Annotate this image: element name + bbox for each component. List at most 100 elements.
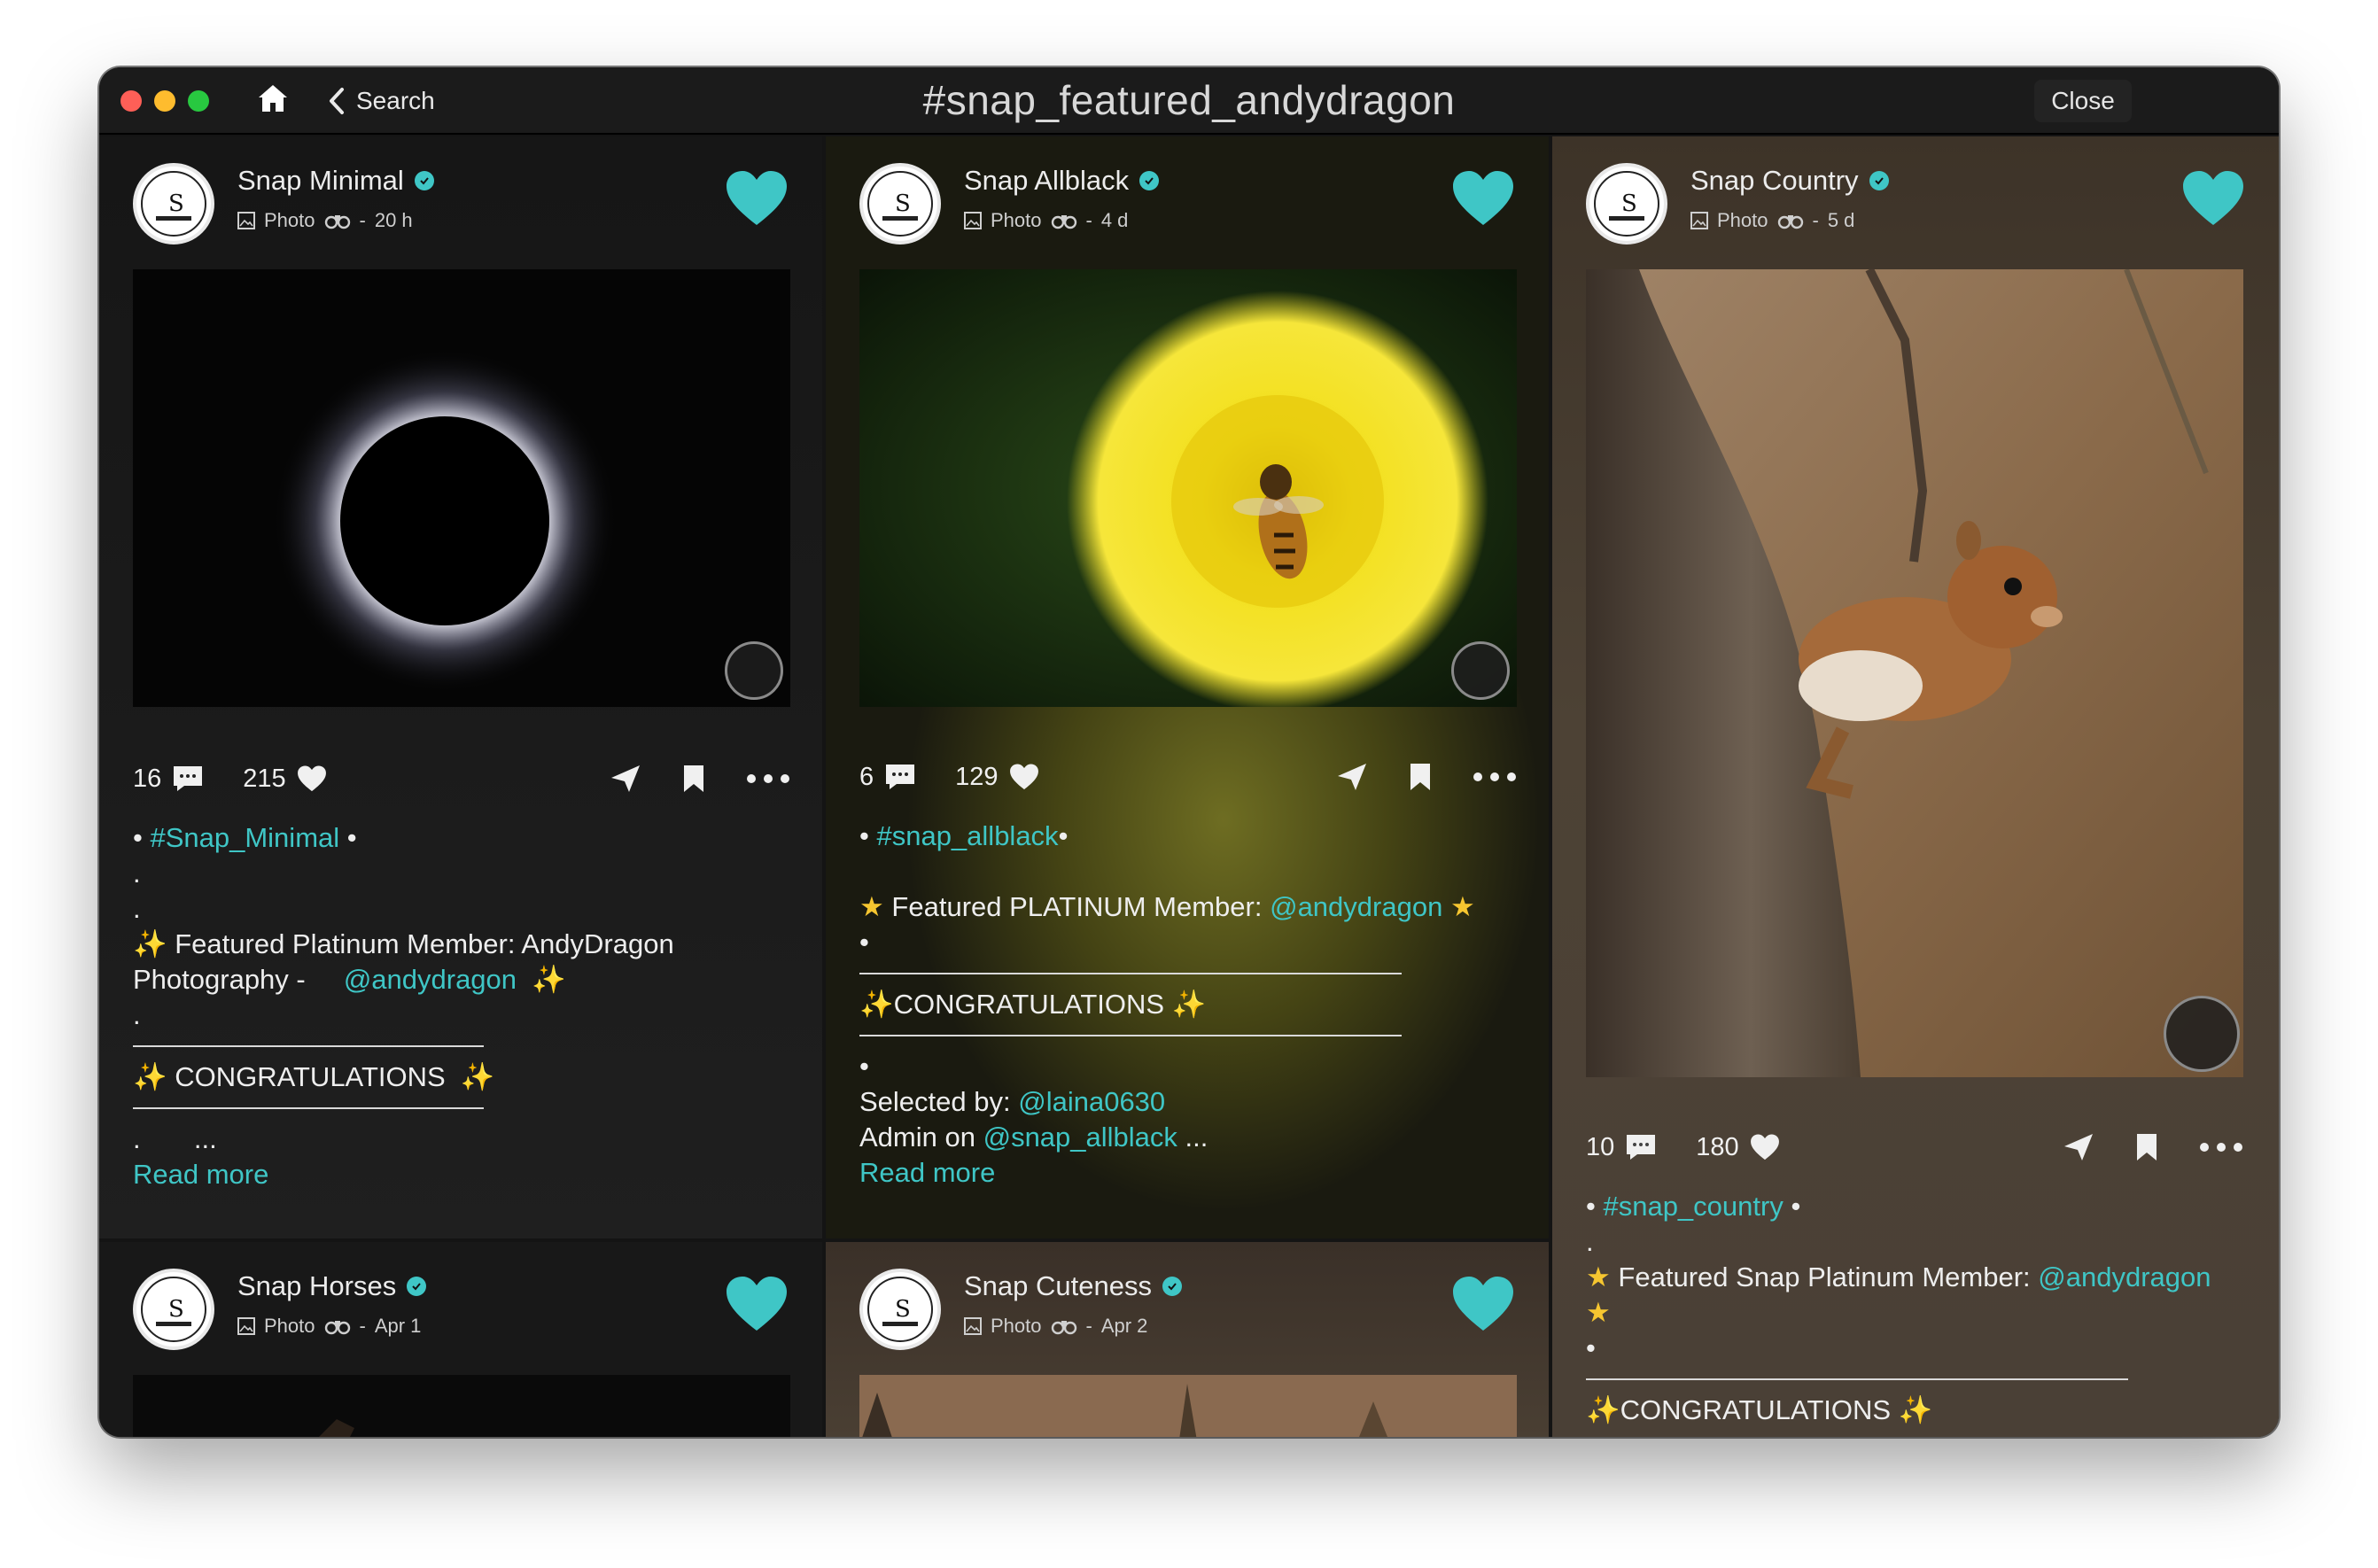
binoculars-icon xyxy=(1777,215,1803,229)
more-icon[interactable] xyxy=(746,773,790,784)
like-count[interactable]: 129 xyxy=(955,763,1038,792)
bookmark-icon[interactable] xyxy=(2135,1132,2158,1162)
post-time: 4 d xyxy=(1100,209,1129,231)
post-time: 20 h xyxy=(374,209,413,231)
photo-icon xyxy=(237,212,255,229)
photo-icon xyxy=(964,1317,982,1335)
verified-badge-icon xyxy=(407,1277,427,1296)
watermark-logo xyxy=(2164,996,2240,1072)
ellipsis: ... xyxy=(193,1123,217,1154)
comments-value: 16 xyxy=(133,764,162,793)
comment-count[interactable]: 10 xyxy=(1586,1133,1657,1162)
mention-link[interactable]: @andydragon xyxy=(2038,1261,2211,1292)
post-time: Apr 2 xyxy=(1100,1315,1148,1337)
post-card-snap-country: S Snap Country Photo - 5 d 10 180 • #sna… xyxy=(1552,136,2279,1437)
congrats-text: CONGRATULATIONS xyxy=(1620,1394,1892,1425)
post-type: Photo xyxy=(1717,209,1768,231)
like-count[interactable]: 215 xyxy=(243,765,326,794)
selected-by-link[interactable]: @laina0630 xyxy=(1018,1086,1165,1117)
watermark-logo xyxy=(725,641,783,700)
window-title: #snap_featured_andydragon xyxy=(922,77,1456,123)
heart-icon xyxy=(1453,1277,1513,1331)
admin-link[interactable]: @snap_allblack xyxy=(983,1122,1177,1153)
avatar[interactable]: S xyxy=(859,163,941,245)
binoculars-icon xyxy=(324,1321,350,1335)
author-name[interactable]: Snap Horses xyxy=(237,1270,396,1302)
post-caption: • #snap_allblack• ★ Featured PLATINUM Me… xyxy=(859,819,1517,1191)
svg-text:S: S xyxy=(168,190,184,217)
post-photo-dandelion-bee[interactable] xyxy=(859,269,1517,707)
more-icon[interactable] xyxy=(2199,1142,2243,1153)
author-name[interactable]: Snap Minimal xyxy=(237,165,404,197)
bookmark-icon[interactable] xyxy=(682,764,705,794)
divider xyxy=(133,1045,484,1047)
send-icon[interactable] xyxy=(610,764,641,794)
post-caption: • #Snap_Minimal • . . ✨ Featured Platinu… xyxy=(133,820,790,1192)
comment-count[interactable]: 6 xyxy=(859,763,916,792)
hashtag-link[interactable]: #Snap_Minimal xyxy=(150,822,339,853)
hashtag-link[interactable]: #snap_allblack xyxy=(876,820,1058,851)
send-icon[interactable] xyxy=(2063,1132,2094,1162)
congrats-text: CONGRATULATIONS xyxy=(175,1061,446,1092)
heart-icon xyxy=(727,171,787,225)
author-name[interactable]: Snap Country xyxy=(1690,165,1859,197)
avatar[interactable]: S xyxy=(859,1269,941,1350)
comment-count[interactable]: 16 xyxy=(133,765,204,794)
like-button[interactable] xyxy=(725,170,789,227)
featured-text-2: Photography - xyxy=(133,964,306,995)
bookmark-icon[interactable] xyxy=(1409,762,1432,792)
heart-icon xyxy=(727,1277,787,1331)
author-name[interactable]: Snap Allblack xyxy=(964,165,1129,197)
post-card-snap-horses: S Snap Horses Photo - Apr 1 xyxy=(99,1242,822,1437)
post-photo-eclipse[interactable] xyxy=(133,269,790,707)
featured-text: Featured Snap Platinum Member: xyxy=(1618,1261,2031,1292)
divider xyxy=(859,973,1402,974)
like-button[interactable] xyxy=(725,1276,789,1332)
post-photo-horses[interactable] xyxy=(133,1375,790,1437)
mention-link[interactable]: @andydragon xyxy=(344,964,517,995)
close-button[interactable]: Close xyxy=(2034,80,2132,122)
like-button[interactable] xyxy=(1451,1276,1515,1332)
read-more-link[interactable]: Read more xyxy=(133,1157,790,1192)
post-card-snap-allblack: S Snap Allblack Photo - 4 d 6 129 • #sna… xyxy=(826,136,1549,1238)
read-more-link[interactable]: Read more xyxy=(859,1155,1517,1191)
author-name[interactable]: Snap Cuteness xyxy=(964,1270,1152,1302)
like-count[interactable]: 180 xyxy=(1696,1133,1779,1162)
title-bar: Search #snap_featured_andydragon Close xyxy=(99,67,2279,135)
separator: - xyxy=(359,209,366,231)
likes-value: 129 xyxy=(955,762,999,791)
divider xyxy=(1586,1378,2128,1380)
avatar[interactable]: S xyxy=(133,1269,214,1350)
comments-value: 10 xyxy=(1586,1132,1615,1161)
separator: - xyxy=(359,1315,366,1337)
heart-icon xyxy=(1453,171,1513,225)
more-icon[interactable] xyxy=(1473,772,1517,782)
congrats-text: CONGRATULATIONS xyxy=(893,989,1165,1020)
likes-value: 180 xyxy=(1696,1132,1739,1161)
like-button[interactable] xyxy=(1451,170,1515,227)
post-time: Apr 1 xyxy=(374,1315,422,1337)
avatar[interactable]: S xyxy=(133,163,214,245)
post-photo-squirrel[interactable] xyxy=(1586,269,2243,1077)
separator: - xyxy=(1085,209,1092,231)
post-caption: • #snap_country • . ★ Featured Snap Plat… xyxy=(1586,1191,2211,1425)
ellipsis: ... xyxy=(1185,1122,1208,1153)
post-photo-cuteness[interactable] xyxy=(859,1375,1517,1437)
heart-icon xyxy=(2183,171,2243,225)
post-type: Photo xyxy=(264,1315,315,1337)
watermark-logo xyxy=(1451,641,1510,700)
divider xyxy=(133,1107,484,1109)
featured-text: Featured Platinum Member: AndyDragon xyxy=(175,928,674,959)
avatar[interactable]: S xyxy=(1586,163,1667,245)
verified-badge-icon xyxy=(414,171,434,190)
send-icon[interactable] xyxy=(1336,762,1368,792)
like-button[interactable] xyxy=(2181,170,2245,227)
comments-value: 6 xyxy=(859,762,874,791)
hashtag-link[interactable]: #snap_country xyxy=(1603,1191,1783,1222)
divider xyxy=(859,1035,1402,1036)
binoculars-icon xyxy=(324,215,350,229)
svg-text:S: S xyxy=(168,1296,184,1323)
mention-link[interactable]: @andydragon xyxy=(1270,891,1442,922)
verified-badge-icon xyxy=(1139,171,1160,190)
binoculars-icon xyxy=(1051,1321,1076,1335)
